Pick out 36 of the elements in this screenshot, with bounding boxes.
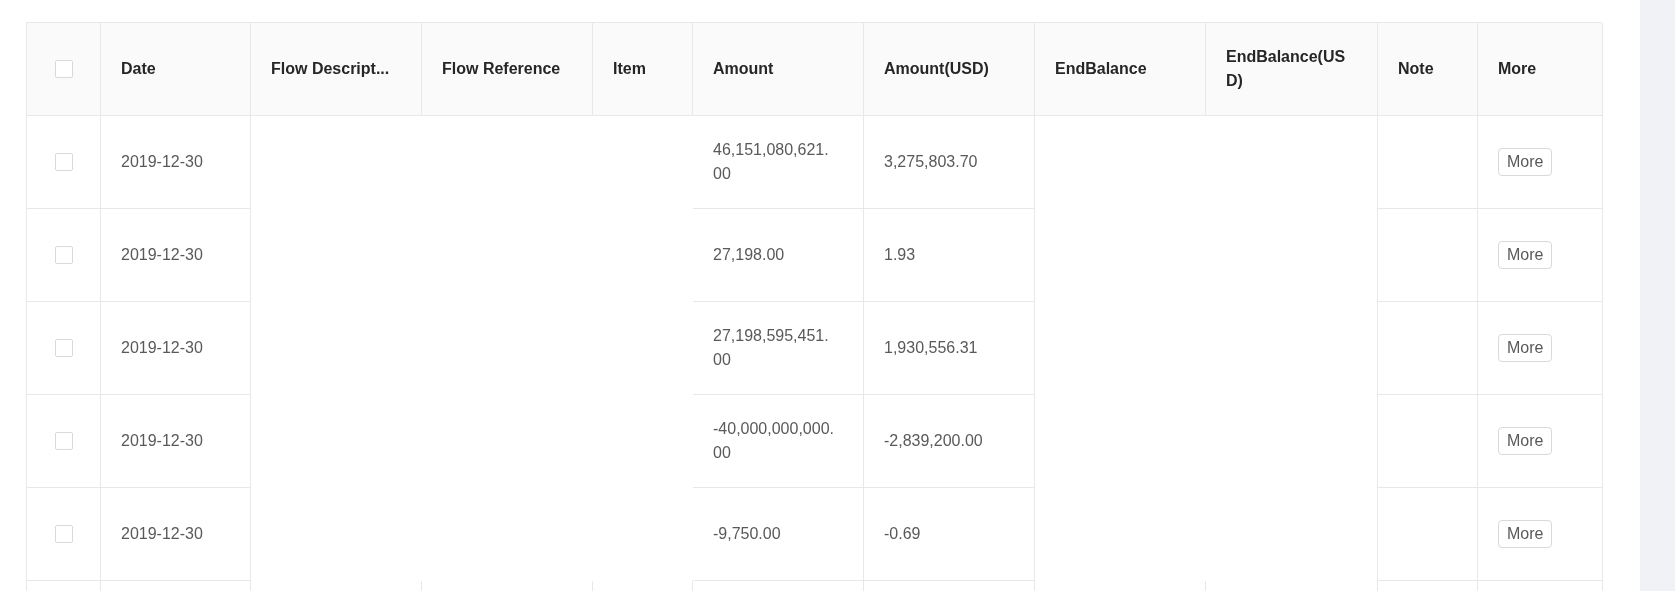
column-header: More [1498,59,1537,79]
table-cell-text: 2019-12-30 [121,338,203,358]
table-cell-text: 2019-12-30 [121,152,203,172]
table-cell-text: 3,275,803.70 [884,152,978,172]
column-header: EndBalance(USD) [1226,47,1347,91]
more-button[interactable]: More [1498,148,1553,176]
table-cell-text: 1,930,556.31 [884,338,978,358]
table-cell-text: -0.69 [884,524,921,544]
column-header: Note [1398,59,1434,79]
checkbox[interactable] [54,60,73,78]
table-cell-text: -2,839,200.00 [884,431,983,451]
table-cell-text: 46,151,080,621.00 [713,140,830,184]
table-cell-text: 2019-12-30 [121,524,203,544]
more-button[interactable]: More [1498,520,1553,548]
table-cell-text: -40,000,000,000.00 [713,419,835,463]
checkbox[interactable] [54,339,73,357]
column-header: Date [121,59,156,79]
column-header: Amount(USD) [884,59,989,79]
column-header: Item [613,59,646,79]
column-header: EndBalance [1055,59,1147,79]
column-header: Flow Reference [442,59,561,79]
table-cell-text: 2019-12-30 [121,431,203,451]
table-cell-text: 2019-12-30 [121,245,203,265]
table-cell-text: 1.93 [884,245,916,265]
checkbox[interactable] [54,432,73,450]
more-button[interactable]: More [1498,427,1553,455]
more-button[interactable]: More [1498,334,1553,362]
more-button[interactable]: More [1498,241,1553,269]
table-cell-text: 27,198,595,451.00 [713,326,830,370]
checkbox[interactable] [54,246,73,264]
column-header: Amount [713,59,774,79]
checkbox[interactable] [54,153,73,171]
table-cell-text: 27,198.00 [713,245,785,265]
column-header: Flow Descript... [271,59,390,79]
table-cell-text: -9,750.00 [713,524,781,544]
checkbox[interactable] [54,525,73,543]
